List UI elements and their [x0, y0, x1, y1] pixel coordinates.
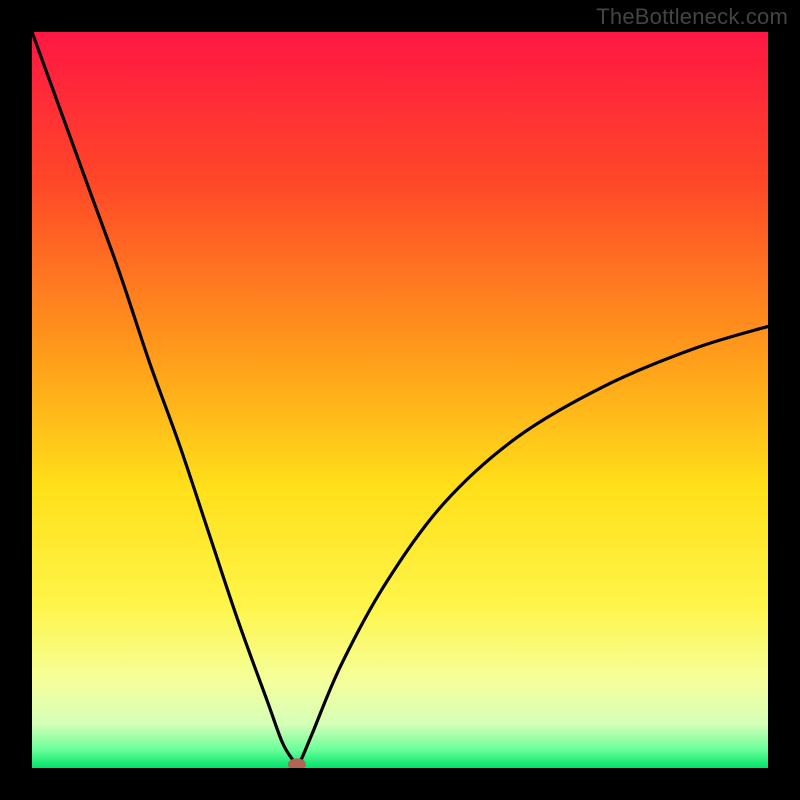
chart-background [32, 32, 768, 768]
plot-area [32, 32, 768, 768]
chart-frame: TheBottleneck.com [0, 0, 800, 800]
chart-svg [32, 32, 768, 768]
watermark-text: TheBottleneck.com [596, 4, 788, 30]
